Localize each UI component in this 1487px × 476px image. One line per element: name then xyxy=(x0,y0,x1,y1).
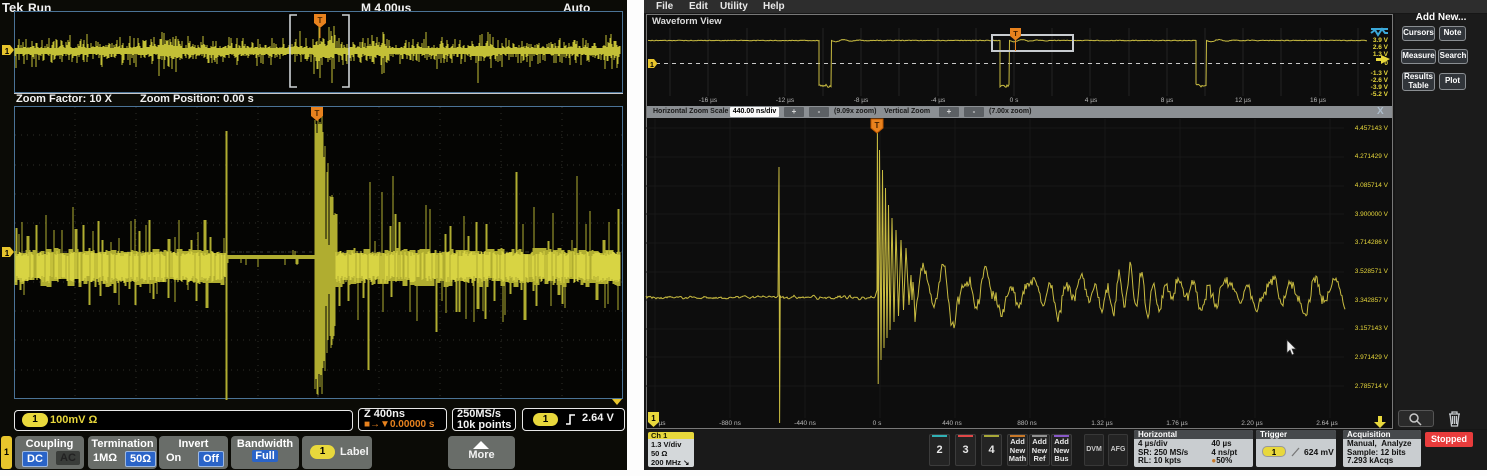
svg-text:T: T xyxy=(315,109,320,118)
svg-text:T: T xyxy=(875,121,880,130)
svg-text:1: 1 xyxy=(5,249,10,258)
